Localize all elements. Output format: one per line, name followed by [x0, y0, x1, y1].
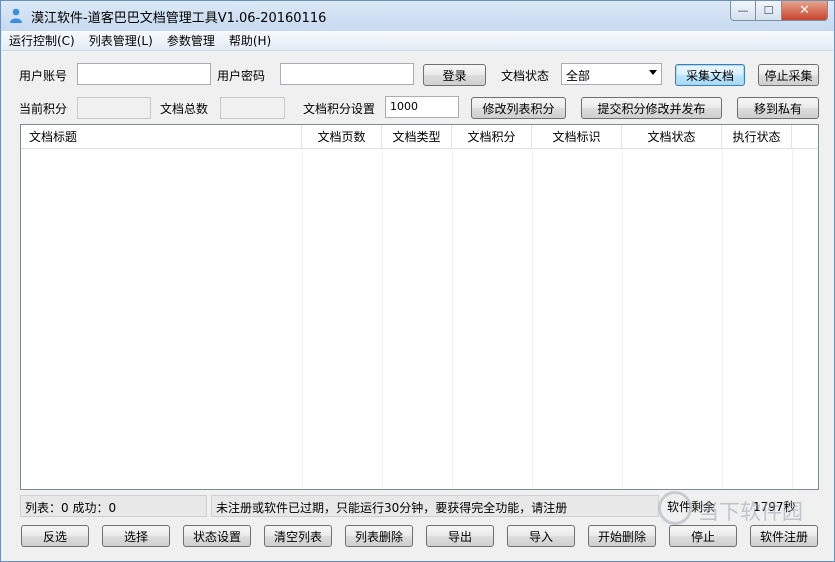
stop-button[interactable]: 停止	[669, 525, 737, 547]
collect-documents-button[interactable]: 采集文档	[675, 64, 745, 86]
column-divider	[302, 149, 303, 489]
select-button[interactable]: 选择	[102, 525, 170, 547]
total-docs-field	[220, 97, 285, 119]
password-label: 用户密码	[217, 69, 266, 83]
total-docs-label: 文档总数	[160, 102, 209, 116]
minimize-button[interactable]: —	[730, 1, 756, 21]
close-button[interactable]: ✕	[782, 1, 828, 21]
submit-points-publish-button[interactable]: 提交积分修改并发布	[581, 97, 722, 119]
current-points-field	[77, 97, 151, 119]
watermark-text: 当下软件园	[698, 500, 803, 524]
column-divider	[452, 149, 453, 489]
title-bar[interactable]: 漠江软件-道客巴巴文档管理工具V1.06-20160116 — ☐ ✕	[1, 1, 834, 31]
column-header-type[interactable]: 文档类型	[382, 125, 452, 149]
current-points-label: 当前积分	[19, 102, 68, 116]
user-account-label: 用户账号	[19, 69, 68, 83]
menu-parameters[interactable]: 参数管理	[160, 32, 222, 49]
column-header-status[interactable]: 文档状态	[622, 125, 722, 149]
maximize-button[interactable]: ☐	[756, 1, 782, 21]
column-divider	[622, 149, 623, 489]
points-setting-label: 文档积分设置	[303, 102, 376, 116]
user-account-input[interactable]	[77, 63, 211, 85]
column-divider	[382, 149, 383, 489]
menu-help[interactable]: 帮助(H)	[222, 32, 278, 49]
column-header-points[interactable]: 文档积分	[452, 125, 532, 149]
chevron-down-icon	[649, 70, 657, 75]
stop-collect-button[interactable]: 停止采集	[758, 64, 819, 86]
doc-status-label: 文档状态	[501, 69, 550, 83]
column-divider	[722, 149, 723, 489]
window-title: 漠江软件-道客巴巴文档管理工具V1.06-20160116	[31, 11, 327, 26]
column-header-identifier[interactable]: 文档标识	[532, 125, 622, 149]
column-header-execution[interactable]: 执行状态	[722, 125, 792, 149]
watermark-circle-icon	[658, 491, 692, 525]
start-delete-button[interactable]: 开始删除	[588, 525, 656, 547]
move-to-private-button[interactable]: 移到私有	[737, 97, 819, 119]
column-header-title[interactable]: 文档标题	[21, 125, 302, 149]
table-header: 文档标题 文档页数 文档类型 文档积分 文档标识 文档状态 执行状态	[21, 125, 818, 149]
menu-list-management[interactable]: 列表管理(L)	[82, 32, 160, 49]
points-setting-input[interactable]: 1000	[385, 96, 459, 118]
clear-list-button[interactable]: 清空列表	[264, 525, 332, 547]
import-button[interactable]: 导入	[507, 525, 575, 547]
registration-message: 未注册或软件已过期，只能运行30分钟，要获得完全功能，请注册	[211, 495, 659, 517]
menu-bar: 运行控制(C) 列表管理(L) 参数管理 帮助(H)	[2, 31, 833, 51]
status-settings-button[interactable]: 状态设置	[183, 525, 251, 547]
user-icon	[10, 8, 22, 23]
invert-selection-button[interactable]: 反选	[21, 525, 89, 547]
main-window: 漠江软件-道客巴巴文档管理工具V1.06-20160116 — ☐ ✕ 运行控制…	[0, 0, 835, 562]
doc-status-select[interactable]: 全部	[561, 63, 662, 85]
password-input[interactable]	[280, 63, 414, 85]
column-divider	[532, 149, 533, 489]
modify-list-points-button[interactable]: 修改列表积分	[471, 97, 566, 119]
login-button[interactable]: 登录	[423, 64, 486, 86]
export-button[interactable]: 导出	[426, 525, 494, 547]
delete-list-button[interactable]: 列表删除	[345, 525, 413, 547]
watermark-logo: 当下软件园	[656, 488, 831, 528]
register-software-button[interactable]: 软件注册	[750, 525, 818, 547]
doc-status-value: 全部	[566, 69, 591, 83]
menu-run-control[interactable]: 运行控制(C)	[2, 32, 82, 49]
column-divider	[792, 149, 793, 489]
column-header-pages[interactable]: 文档页数	[302, 125, 382, 149]
document-table[interactable]: 文档标题 文档页数 文档类型 文档积分 文档标识 文档状态 执行状态	[20, 124, 819, 490]
list-count-status: 列表：0 成功：0	[20, 495, 207, 517]
